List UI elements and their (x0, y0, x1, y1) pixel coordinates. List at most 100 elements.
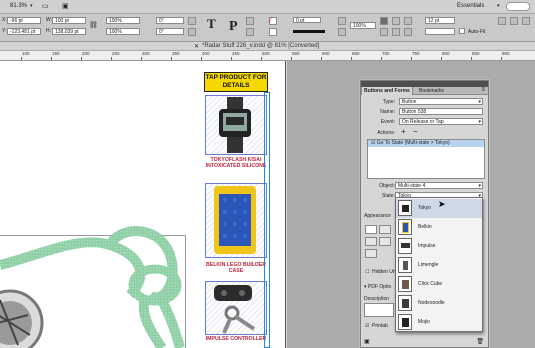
dropdown-item-click-cube[interactable]: Click Cube (396, 275, 482, 294)
text-tool-icon[interactable]: T (207, 16, 216, 32)
state-thumbnail (398, 257, 412, 273)
workspace-switcher[interactable]: Essentials (457, 3, 484, 9)
tokyoflash-watch-image (219, 97, 251, 153)
text-wrap-shape-icon[interactable] (404, 17, 412, 25)
belkin-lego-case-image (214, 186, 256, 254)
auto-fit-checkbox[interactable] (459, 28, 465, 34)
align-center-icon[interactable] (392, 28, 400, 36)
state-thumbnail (398, 238, 412, 254)
action-item[interactable]: ☑ Go To State (Multi-state > Tokyo) (368, 140, 484, 147)
appearance-rollover-swatch[interactable] (365, 237, 377, 246)
ruler-tick (201, 57, 202, 60)
rotation-field[interactable]: 0° (156, 17, 184, 24)
ruler-label: 900 (502, 51, 510, 56)
dropdown-item-nodesoodle[interactable]: Nodesoodle (396, 294, 482, 313)
workspace-chevron-icon[interactable]: ▾ (497, 3, 500, 9)
fit-frame-icon[interactable] (510, 17, 518, 25)
close-tab-icon[interactable]: ✕ (194, 43, 199, 50)
state-dropdown-menu[interactable]: Tokyo Belkin Impulse Limengle Click Cube… (395, 197, 483, 332)
fit-content-icon[interactable] (522, 17, 530, 25)
stroke-type-preview[interactable] (293, 30, 325, 33)
printable-checkbox[interactable]: ☑ (365, 323, 369, 329)
tap-product-header[interactable]: TAP PRODUCT FOR DETAILS (204, 72, 268, 92)
appearance-normal-thumb[interactable] (379, 225, 391, 234)
dropdown-item-mojio[interactable]: Mojio (396, 313, 482, 332)
flip-vertical-icon[interactable] (246, 28, 254, 36)
drop-shadow-icon[interactable] (338, 28, 346, 36)
stroke-weight-field[interactable]: 0 pt (293, 17, 321, 23)
name-input[interactable]: Button 538 (399, 108, 483, 115)
event-select[interactable]: On Release or Tap ▾ (399, 118, 483, 125)
pdf-options-label: PDF Optio (367, 284, 392, 290)
description-input[interactable] (364, 303, 394, 317)
document-tab[interactable]: ✕ *Radar Stuff 226_v.indd @ 81% [Convert… (0, 42, 535, 51)
remove-action-button[interactable]: − (413, 127, 418, 136)
text-wrap-none-icon[interactable] (380, 17, 388, 25)
dropdown-item-belkin[interactable]: Belkin (396, 218, 482, 237)
h-label: H: (46, 28, 51, 34)
document-title: *Radar Stuff 226_v.indd @ 81% [Converted… (202, 43, 320, 49)
add-action-button[interactable]: + (401, 127, 406, 136)
paragraph-icon[interactable]: P (229, 19, 238, 35)
shear-field[interactable]: 0° (156, 28, 184, 35)
preview-icon[interactable]: ▣ (364, 338, 370, 345)
zoom-chevron-icon[interactable]: ▾ (30, 3, 33, 9)
view-options-icon[interactable]: ▭ (42, 2, 49, 10)
caption-impulse[interactable]: IMPULSE CONTROLLER (204, 336, 268, 342)
fitting-icon[interactable] (498, 17, 506, 25)
actions-list[interactable]: ☑ Go To State (Multi-state > Tokyo) (367, 139, 485, 179)
tab-bookmarks[interactable]: Bookmarks (417, 87, 446, 95)
hidden-checkbox[interactable]: ☐ (365, 269, 369, 275)
ruler-label: 350 (172, 51, 180, 56)
tab-buttons-and-forms[interactable]: Buttons and Forms (361, 87, 413, 95)
text-wrap-box-icon[interactable] (392, 17, 400, 25)
dropdown-item-limengle[interactable]: Limengle (396, 256, 482, 275)
hidden-label: Hidden Unt (372, 269, 398, 275)
dropdown-item-impulse[interactable]: Impulse (396, 237, 482, 256)
flip-horizontal-icon[interactable] (246, 17, 254, 25)
gap-field[interactable]: 12 pt (425, 17, 455, 24)
ruler-tick (471, 57, 472, 60)
object-select[interactable]: Multi-state 4 ▾ (395, 182, 483, 189)
chevron-down-icon: ▾ (478, 183, 481, 189)
none-swatch-icon[interactable]: ⁄ (270, 17, 271, 24)
actions-label: Actions: (377, 130, 395, 136)
ruler-tick (141, 57, 142, 60)
appearance-rollover-thumb[interactable] (379, 237, 391, 246)
ruler-tick (231, 57, 232, 60)
help-search-input[interactable] (506, 2, 530, 11)
ruler-tick (81, 57, 82, 60)
appearance-click-swatch[interactable] (365, 249, 377, 258)
panel-menu-icon[interactable]: ≡ (481, 87, 485, 93)
delete-icon[interactable]: 🗑 (476, 338, 484, 345)
scale-y-field[interactable]: 100% (106, 28, 140, 35)
y-field[interactable]: -123.481 pt (7, 28, 41, 35)
effects-icon[interactable] (338, 17, 346, 25)
ruler-label: 850 (472, 51, 480, 56)
align-left-icon[interactable] (380, 28, 388, 36)
rotate-cw-icon[interactable] (188, 17, 196, 25)
zoom-level[interactable]: 81.3% (10, 3, 27, 9)
horizontal-ruler[interactable]: 100 150 200 250 300 350 400 450 500 550 600 650 700 7… (0, 51, 535, 61)
align-right-icon[interactable] (404, 28, 412, 36)
column-field[interactable] (425, 28, 455, 35)
width-field[interactable]: 100 pt (52, 17, 86, 24)
height-field[interactable]: 138.039 pt (52, 28, 86, 35)
ruler-label: 250 (112, 51, 120, 56)
scale-x-field[interactable]: 100% (106, 17, 140, 24)
ruler-tick (51, 57, 52, 60)
impulse-controller-image (214, 285, 256, 334)
rotate-ccw-icon[interactable] (188, 28, 196, 36)
stroke-swatch-icon[interactable] (269, 28, 277, 36)
keychain-knot-image[interactable] (0, 225, 200, 348)
screen-mode-icon[interactable]: ▣ (62, 2, 69, 10)
opacity-field[interactable]: 100% (350, 22, 376, 29)
state-thumbnail (398, 276, 412, 292)
constrain-proportions-icon[interactable]: ⛓ (89, 21, 98, 29)
pdf-options-toggle[interactable]: ▾ PDF Optio (364, 284, 391, 290)
appearance-normal-swatch[interactable] (365, 225, 377, 234)
x-field[interactable]: -96 pt (7, 17, 41, 24)
caption-tokyoflash[interactable]: TOKYOFLASH KISAI INTOXICATED SILICONE (204, 157, 268, 170)
type-select[interactable]: Button ▾ (399, 98, 483, 105)
caption-belkin[interactable]: BELKIN LEGO BUILDER CASE (204, 262, 268, 275)
